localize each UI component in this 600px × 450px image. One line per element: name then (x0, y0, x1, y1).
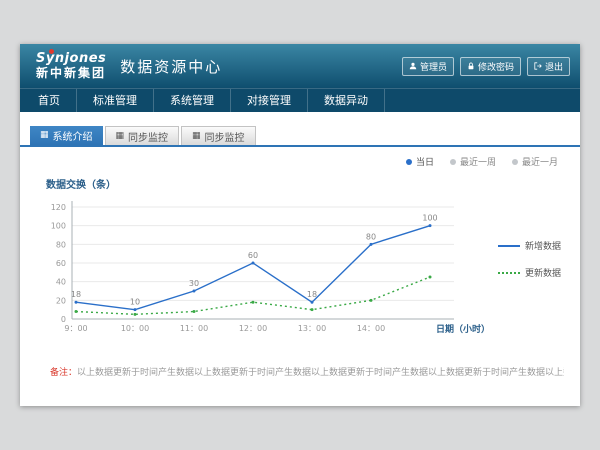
chart-legend: 新增数据 更新数据 (498, 239, 561, 279)
range-option-last-week[interactable]: 最近一周 (450, 155, 496, 168)
radio-dot-icon (406, 159, 412, 165)
main-nav: 首页 标准管理 系统管理 对接管理 数据异动 (20, 88, 580, 112)
logout-label: 退出 (545, 60, 563, 73)
logo-main-text: Synjones (36, 52, 106, 67)
range-option-label: 当日 (416, 155, 434, 168)
chart-row: 0 20 40 60 80 100 120 9：00 10：00 11：00 12：00 13：00 1… (34, 191, 566, 341)
svg-text:60: 60 (248, 251, 258, 260)
admin-user-button[interactable]: 管理员 (402, 57, 454, 76)
range-option-label: 最近一月 (522, 155, 558, 168)
range-filter: 当日 最近一周 最近一月 (34, 155, 558, 168)
admin-user-label: 管理员 (420, 60, 447, 73)
logo-flower-icon (49, 49, 54, 54)
nav-item-home[interactable]: 首页 (22, 89, 77, 112)
tab-underline (20, 145, 580, 147)
logout-icon (534, 62, 542, 70)
svg-text:10：00: 10：00 (121, 324, 149, 333)
svg-text:18: 18 (71, 290, 81, 299)
svg-text:13：00: 13：00 (298, 324, 326, 333)
legend-item-updated-data: 更新数据 (498, 266, 561, 279)
svg-text:10: 10 (130, 298, 140, 307)
tab-label: 系统介绍 (53, 128, 93, 143)
nav-item-system-mgmt[interactable]: 系统管理 (154, 89, 231, 112)
svg-text:0: 0 (61, 315, 66, 324)
change-password-button[interactable]: 修改密码 (460, 57, 521, 76)
svg-text:20: 20 (56, 296, 66, 305)
line-chart: 0 20 40 60 80 100 120 9：00 10：00 11：00 12：00 13：00 1… (34, 191, 494, 341)
change-password-label: 修改密码 (478, 60, 514, 73)
svg-text:日期（小时）: 日期（小时） (436, 323, 490, 335)
lock-icon (467, 62, 475, 70)
tab-bar: ▦ 系统介绍 ▦ 同步监控 ▦ 同步监控 (30, 126, 580, 145)
logout-button[interactable]: 退出 (527, 57, 570, 76)
svg-text:18: 18 (307, 290, 317, 299)
footnote: 备注：以上数据更新于时间产生数据以上数据更新于时间产生数据以上数据更新于时间产生… (50, 365, 564, 378)
legend-line-sample (498, 245, 520, 247)
footnote-prefix: 备注： (50, 368, 77, 378)
radio-dot-icon (512, 159, 518, 165)
svg-text:11：00: 11：00 (180, 324, 208, 333)
svg-text:60: 60 (56, 259, 66, 268)
nav-item-integration-mgmt[interactable]: 对接管理 (231, 89, 308, 112)
svg-text:100: 100 (51, 222, 66, 231)
svg-text:30: 30 (189, 279, 199, 288)
synjones-logo: Synjones 新中新集团 (36, 52, 106, 81)
svg-text:80: 80 (366, 232, 376, 241)
app-window: Synjones 新中新集团 数据资源中心 管理员 修改密码 退出 首页 标准管… (20, 44, 580, 406)
logo-subtitle: 新中新集团 (36, 67, 106, 81)
svg-text:120: 120 (51, 203, 66, 212)
nav-item-data-change[interactable]: 数据异动 (308, 89, 385, 112)
legend-label: 新增数据 (525, 239, 561, 252)
tab-system-intro[interactable]: ▦ 系统介绍 (30, 126, 103, 145)
main-content: ▦ 系统介绍 ▦ 同步监控 ▦ 同步监控 当日 最近一周 (20, 112, 580, 378)
svg-text:100: 100 (422, 214, 437, 223)
tab-label: 同步监控 (128, 129, 168, 144)
tab-sync-monitor-1[interactable]: ▦ 同步监控 (105, 126, 180, 145)
nav-item-standard-mgmt[interactable]: 标准管理 (77, 89, 154, 112)
chart-panel: 当日 最近一周 最近一月 数据交换（条） 0 20 40 60 80 100 120 9：00… (34, 155, 566, 341)
range-option-label: 最近一周 (460, 155, 496, 168)
page-background: { "window": { "logo_main": "Synjones", "… (0, 0, 600, 450)
svg-text:40: 40 (56, 278, 66, 287)
app-header: Synjones 新中新集团 数据资源中心 管理员 修改密码 退出 (20, 44, 580, 88)
svg-text:12：00: 12：00 (239, 324, 267, 333)
tab-label: 同步监控 (205, 129, 245, 144)
svg-text:9：00: 9：00 (64, 324, 87, 333)
grid-icon: ▦ (192, 132, 201, 141)
app-title: 数据资源中心 (120, 56, 222, 77)
legend-label: 更新数据 (525, 266, 561, 279)
svg-text:80: 80 (56, 240, 66, 249)
radio-dot-icon (450, 159, 456, 165)
svg-text:14：00: 14：00 (357, 324, 385, 333)
legend-line-sample (498, 272, 520, 274)
user-icon (409, 62, 417, 70)
range-option-today[interactable]: 当日 (406, 155, 434, 168)
footnote-text: 以上数据更新于时间产生数据以上数据更新于时间产生数据以上数据更新于时间产生数据以… (77, 368, 564, 378)
grid-icon: ▦ (40, 131, 49, 140)
range-option-last-month[interactable]: 最近一月 (512, 155, 558, 168)
tab-sync-monitor-2[interactable]: ▦ 同步监控 (181, 126, 256, 145)
legend-item-new-data: 新增数据 (498, 239, 561, 252)
chart-y-axis-title: 数据交换（条） (46, 176, 566, 191)
grid-icon: ▦ (116, 132, 125, 141)
